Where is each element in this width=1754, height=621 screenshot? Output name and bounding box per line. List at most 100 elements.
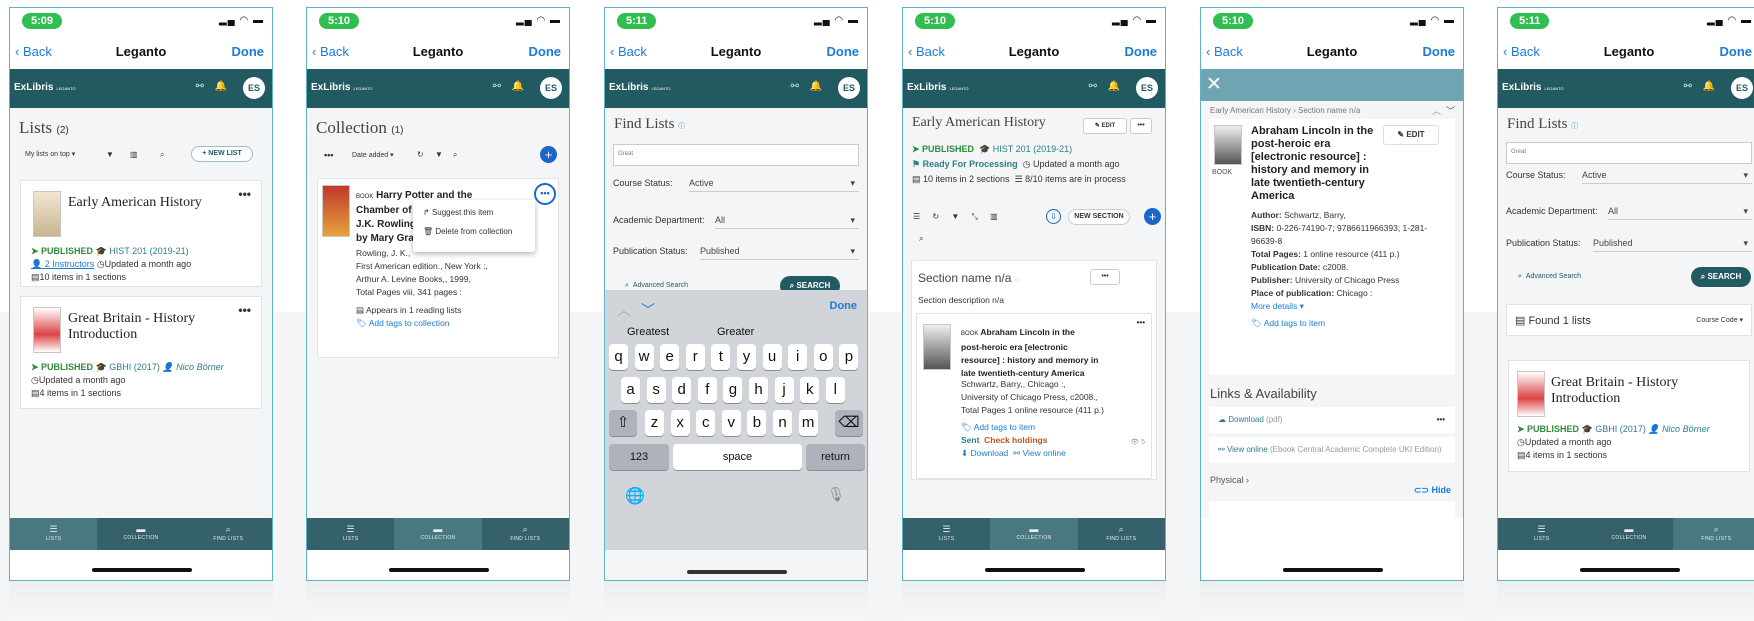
advanced-search-link[interactable]: ⌕ Advanced Search	[1518, 273, 1581, 281]
chevron-down-icon[interactable]: ﹀	[641, 300, 655, 320]
key-s[interactable]: s	[646, 377, 666, 403]
key-m[interactable]: m	[798, 410, 818, 436]
key-k[interactable]: k	[800, 377, 820, 403]
tab-collection[interactable]: ▬ COLLECTION	[394, 518, 482, 550]
search-input[interactable]: Great	[613, 144, 859, 166]
section-more-button[interactable]: •••	[1090, 269, 1120, 285]
sort-dropdown[interactable]: My lists on top ▾	[25, 150, 75, 158]
tab-collection[interactable]: ▬ COLLECTION	[97, 518, 184, 550]
key-d[interactable]: d	[672, 377, 692, 403]
key-g[interactable]: g	[723, 377, 743, 403]
more-details-link[interactable]: More details ▾	[1251, 300, 1441, 313]
tab-lists[interactable]: ☰ LISTS	[307, 518, 394, 550]
link-icon[interactable]: ⚯	[1089, 81, 1097, 92]
list-card[interactable]: ••• Early American History ➤ PUBLISHED 🎓…	[20, 180, 262, 287]
item-more-button[interactable]: •••	[534, 183, 556, 205]
key-n[interactable]: n	[773, 410, 792, 436]
sort-dropdown[interactable]: Course Code ▾	[1696, 316, 1743, 324]
hide-button[interactable]: ⊂⊃ Hide	[1414, 485, 1451, 496]
refresh-icon[interactable]: ↻	[417, 150, 424, 159]
physical-toggle[interactable]: Physical ›	[1210, 475, 1249, 485]
owner-name[interactable]: 👤 Nico Börner	[162, 362, 223, 372]
space-key[interactable]: space	[673, 444, 802, 470]
list-title[interactable]: Great Britain - History Introduction	[68, 311, 213, 343]
publication-status-select[interactable]: Published	[1593, 238, 1752, 252]
edit-button[interactable]: ✎ EDIT	[1383, 125, 1439, 145]
key-t[interactable]: t	[711, 344, 731, 370]
return-key[interactable]: return	[806, 444, 865, 470]
key-p[interactable]: p	[839, 344, 859, 370]
more-button[interactable]: •••	[1130, 118, 1152, 134]
search-icon[interactable]: ⌕	[453, 150, 457, 160]
shift-key[interactable]: ⇧	[609, 410, 637, 436]
key-b[interactable]: b	[747, 410, 767, 436]
key-f[interactable]: f	[697, 377, 717, 403]
filter-icon[interactable]: ▼	[435, 150, 443, 159]
link-icon[interactable]: ⚯	[196, 81, 204, 92]
done-button[interactable]: Done	[827, 44, 860, 59]
tab-collection[interactable]: ▬ COLLECTION	[990, 518, 1078, 550]
publication-status-select[interactable]: Published	[700, 246, 859, 260]
collapse-icon[interactable]: ⤡	[972, 212, 978, 221]
search-icon[interactable]: ⌕	[160, 150, 164, 160]
tab-find-lists[interactable]: ⌕ FIND LISTS	[185, 518, 272, 550]
menu-item-suggest[interactable]: ↱ Suggest this item	[413, 200, 535, 217]
key-w[interactable]: w	[634, 344, 654, 370]
search-icon[interactable]: ⌕	[919, 234, 923, 244]
list-card[interactable]: Great Britain - History Introduction ➤ P…	[1508, 360, 1750, 472]
upload-icon[interactable]: ⇩	[1046, 209, 1061, 224]
key-j[interactable]: j	[774, 377, 794, 403]
sort-dropdown[interactable]: Date added ▾	[352, 151, 394, 159]
key-z[interactable]: z	[645, 410, 664, 436]
key-o[interactable]: o	[813, 344, 833, 370]
tab-lists[interactable]: ☰ LISTS	[903, 518, 990, 550]
breadcrumb[interactable]: Early American History › Section name n/…	[1210, 106, 1360, 115]
add-button[interactable]: +	[540, 146, 557, 163]
done-button[interactable]: Done	[1720, 44, 1753, 59]
key-q[interactable]: q	[609, 344, 628, 370]
more-icon[interactable]: •••	[238, 303, 251, 317]
avatar[interactable]: ES	[540, 77, 562, 99]
item-title[interactable]: Abraham Lincoln in the	[980, 327, 1074, 337]
add-tags-link[interactable]: 🏷 Add tags to item	[1251, 317, 1441, 330]
course-status-select[interactable]: Active	[689, 178, 859, 192]
chevron-up-icon[interactable]: ︿	[617, 300, 631, 320]
download-link[interactable]: ⬇ Download	[961, 448, 1008, 458]
owner-name[interactable]: 👤 Nico Börner	[1648, 424, 1709, 434]
microphone-icon[interactable]: 🎙	[827, 486, 845, 503]
analytics-icon[interactable]: ▥	[130, 150, 138, 159]
chevron-up-icon[interactable]: ︿	[1432, 104, 1441, 117]
list-view-icon[interactable]: ☰	[913, 212, 920, 221]
key-e[interactable]: e	[660, 344, 680, 370]
add-tags-link[interactable]: 🏷 Add tags to collection	[356, 317, 488, 330]
bell-icon[interactable]: 🔔	[810, 81, 822, 92]
key-x[interactable]: x	[670, 410, 690, 436]
new-section-button[interactable]: NEW SECTION	[1068, 209, 1130, 225]
search-input[interactable]: Great	[1506, 142, 1752, 164]
list-title[interactable]: Early American History	[68, 195, 202, 211]
chevron-down-icon[interactable]: ﹀	[1446, 104, 1455, 117]
filter-icon[interactable]: ▼	[951, 212, 959, 221]
avatar[interactable]: ES	[243, 77, 265, 99]
more-icon[interactable]: •••	[238, 187, 251, 201]
avatar[interactable]: ES	[838, 77, 860, 99]
tab-find-lists[interactable]: ⌕ FIND LISTS	[1672, 518, 1754, 550]
view-online-link[interactable]: ⚯ View online	[1013, 448, 1066, 458]
key-u[interactable]: u	[762, 344, 782, 370]
tab-collection[interactable]: ▬ COLLECTION	[1585, 518, 1672, 550]
info-icon[interactable]: ⓘ	[678, 122, 685, 130]
download-row[interactable]: ☁ Download (pdf) •••	[1209, 407, 1455, 433]
department-select[interactable]: All	[715, 215, 859, 229]
done-button[interactable]: Done	[232, 44, 265, 59]
item-more-icon[interactable]: •••	[1137, 318, 1145, 327]
key-v[interactable]: v	[721, 410, 741, 436]
new-list-button[interactable]: + NEW LIST	[191, 146, 253, 162]
key-c[interactable]: c	[696, 410, 716, 436]
list-title[interactable]: Great Britain - History Introduction	[1551, 375, 1701, 407]
link-icon[interactable]: ⚯	[493, 81, 501, 92]
done-button[interactable]: Done	[1125, 44, 1158, 59]
bell-icon[interactable]: 🔔	[1703, 81, 1715, 92]
key-i[interactable]: i	[788, 344, 808, 370]
key-h[interactable]: h	[749, 377, 768, 403]
search-button[interactable]: ⌕ SEARCH	[1691, 267, 1751, 287]
